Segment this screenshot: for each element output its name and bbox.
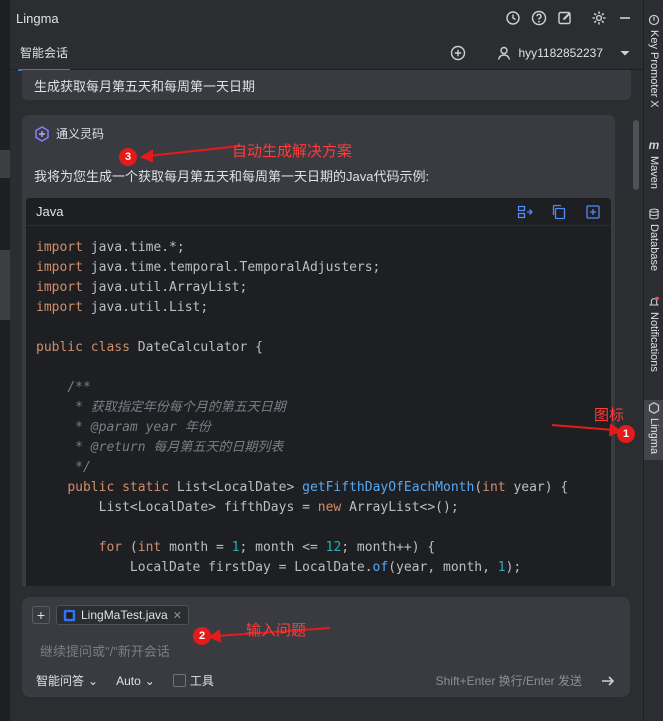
tools-checkbox[interactable]: 工具 — [172, 672, 214, 689]
tool-tab-label: Notifications — [648, 312, 660, 372]
ide-window: Lingma 智能会话 hyy1182852237 生成获取每月第五天和每周第一… — [0, 0, 663, 721]
tool-tab-maven[interactable]: m Maven — [644, 138, 663, 189]
minimize-icon[interactable] — [617, 10, 633, 26]
mode-label: 智能问答 — [36, 674, 85, 688]
lingma-logo-icon — [34, 125, 50, 142]
code-block: Java import java.time.*; import java.tim… — [26, 198, 611, 586]
tool-tab-database[interactable]: Database — [644, 208, 663, 271]
lingma-logo-icon — [648, 402, 660, 414]
help-icon[interactable] — [531, 10, 547, 26]
bottom-bar — [10, 707, 643, 721]
tab-label: 智能会话 — [20, 46, 69, 60]
edit-icon[interactable] — [557, 10, 573, 26]
tab-bar: 智能会话 hyy1182852237 — [10, 36, 643, 71]
panel-title: Lingma — [16, 10, 59, 26]
history-icon[interactable] — [505, 10, 521, 26]
annotation-2-badge: 2 — [193, 627, 211, 645]
insert-code-icon[interactable] — [517, 204, 533, 220]
mode-dropdown[interactable]: 智能问答 ⌄ — [36, 672, 98, 689]
title-bar: Lingma — [10, 0, 643, 36]
file-chip-label: LingMaTest.java — [81, 608, 168, 622]
editor-edge — [0, 0, 10, 721]
right-tool-strip: Key Promoter X m Maven Database Notifica… — [643, 0, 663, 721]
annotation-1-label: 图标 — [594, 407, 625, 424]
maven-icon: m — [648, 138, 660, 152]
java-file-icon — [63, 609, 76, 622]
send-icon[interactable] — [600, 673, 616, 689]
code-language: Java — [36, 204, 64, 219]
tool-tab-label: Key Promoter X — [648, 30, 660, 108]
lingma-panel: Lingma 智能会话 hyy1182852237 生成获取每月第五天和每周第一… — [10, 0, 643, 721]
checkbox-box — [172, 674, 186, 687]
tool-tab-notifications[interactable]: Notifications — [644, 296, 663, 372]
model-dropdown[interactable]: Auto ⌄ — [116, 674, 155, 688]
new-file-icon[interactable] — [585, 204, 601, 220]
bell-icon — [648, 296, 660, 308]
database-icon — [648, 208, 660, 220]
close-icon[interactable]: ✕ — [173, 609, 182, 622]
copy-icon[interactable] — [551, 204, 567, 220]
model-label: Auto — [116, 673, 141, 688]
annotation-1-badge: 1 — [617, 425, 635, 443]
annotation-3-badge: 3 — [119, 148, 137, 166]
key-promoter-icon — [648, 14, 660, 26]
new-chat-icon[interactable] — [450, 45, 466, 61]
annotation-3-label: 自动生成解决方案 — [232, 143, 353, 160]
code-content: import java.time.*; import java.time.tem… — [36, 240, 569, 575]
chat-input-area: + LingMaTest.java ✕ 继续提问或"/"新开会话 智能问答 ⌄ A… — [22, 597, 630, 697]
user-menu[interactable]: hyy1182852237 — [496, 45, 633, 61]
tab-smart-chat[interactable]: 智能会话 — [18, 36, 71, 71]
file-chip[interactable]: LingMaTest.java ✕ — [56, 605, 189, 625]
settings-icon[interactable] — [591, 10, 607, 26]
send-hint: Shift+Enter 换行/Enter 发送 — [435, 674, 582, 688]
chevron-down-icon — [617, 45, 633, 61]
chat-input[interactable]: 继续提问或"/"新开会话 — [22, 635, 630, 666]
tool-tab-label: Database — [648, 224, 660, 272]
tool-tab-label: Maven — [648, 156, 660, 190]
tool-tab-key-promoter[interactable]: Key Promoter X — [644, 14, 663, 108]
tool-tab-label: Lingma — [648, 418, 660, 455]
ai-name: 通义灵码 — [56, 127, 105, 141]
annotation-2-label: 输入问题 — [246, 622, 307, 639]
tool-tab-lingma[interactable]: Lingma — [644, 400, 663, 461]
user-name: hyy1182852237 — [518, 45, 603, 60]
ai-intro-text: 我将为您生成一个获取每月第五天和每周第一天日期的Java代码示例: — [34, 169, 430, 184]
user-icon — [496, 45, 512, 61]
chevron-down-icon: ⌄ — [144, 673, 155, 688]
chat-scrollbar[interactable] — [633, 120, 639, 190]
tools-label: 工具 — [189, 674, 214, 688]
user-message: 生成获取每月第五天和每周第一天日期 — [22, 70, 631, 100]
ai-message: 通义灵码 我将为您生成一个获取每月第五天和每周第一天日期的Java代码示例: J… — [22, 115, 615, 586]
add-context-button[interactable]: + — [32, 606, 50, 624]
chevron-down-icon: ⌄ — [88, 673, 99, 688]
